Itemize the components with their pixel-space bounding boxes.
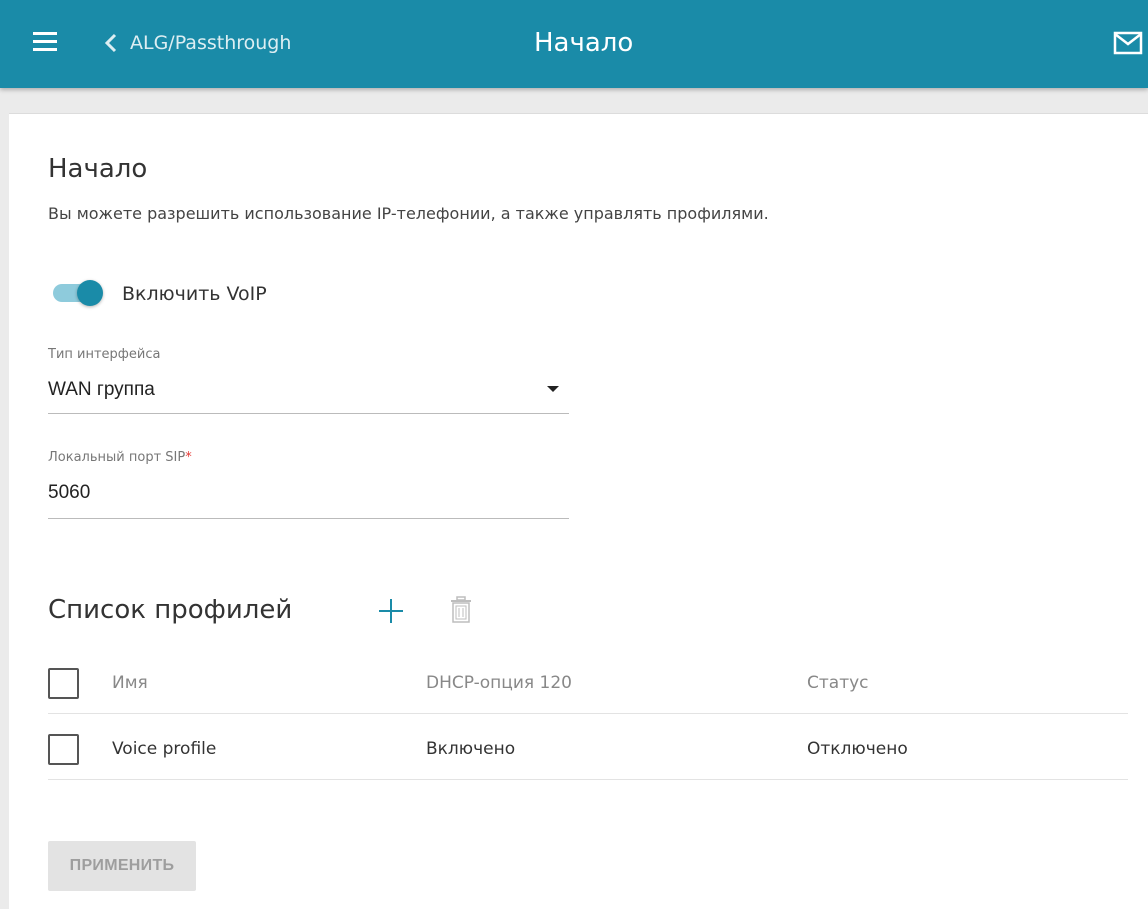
top-bar: ALG/Passthrough Начало [0, 0, 1148, 88]
interface-type-value: WAN группа [48, 379, 155, 400]
profiles-list-title: Список профилей [48, 595, 293, 625]
interface-type-select[interactable]: WAN группа [48, 372, 569, 414]
sip-port-label: Локальный порт SIP* [48, 450, 192, 465]
breadcrumb-back-link[interactable]: ALG/Passthrough [130, 29, 291, 57]
select-all-checkbox[interactable] [48, 668, 79, 699]
column-header-dhcp: DHCP-опция 120 [426, 673, 572, 693]
chevron-left-icon[interactable] [102, 33, 120, 53]
column-header-status: Статус [807, 673, 869, 693]
row-checkbox[interactable] [48, 734, 79, 765]
interface-type-label: Тип интерфейса [48, 347, 161, 362]
sip-port-field[interactable] [48, 475, 569, 519]
voip-toggle-label: Включить VoIP [122, 283, 267, 305]
plus-icon[interactable] [377, 597, 405, 625]
profiles-table: Имя DHCP-опция 120 Статус Voice profile … [48, 648, 1128, 780]
required-mark: * [185, 450, 192, 465]
sip-port-input[interactable] [48, 480, 569, 506]
menu-icon[interactable] [33, 32, 57, 52]
table-header-row: Имя DHCP-опция 120 Статус [48, 648, 1128, 714]
column-header-name: Имя [112, 673, 148, 693]
apply-button[interactable]: ПРИМЕНИТЬ [48, 841, 196, 891]
profile-status: Отключено [807, 739, 908, 759]
toggle-thumb [77, 280, 103, 306]
caret-down-icon [547, 386, 559, 392]
table-row[interactable]: Voice profile Включено Отключено [48, 714, 1128, 780]
profile-dhcp-option: Включено [426, 739, 516, 759]
header-title: Начало [534, 28, 634, 58]
page-description: Вы можете разрешить использование IP-тел… [48, 204, 769, 223]
page-title: Начало [48, 154, 148, 184]
trash-icon [451, 596, 471, 623]
profile-name: Voice profile [112, 739, 217, 759]
mail-icon[interactable] [1113, 30, 1143, 56]
voip-toggle[interactable] [53, 278, 105, 308]
